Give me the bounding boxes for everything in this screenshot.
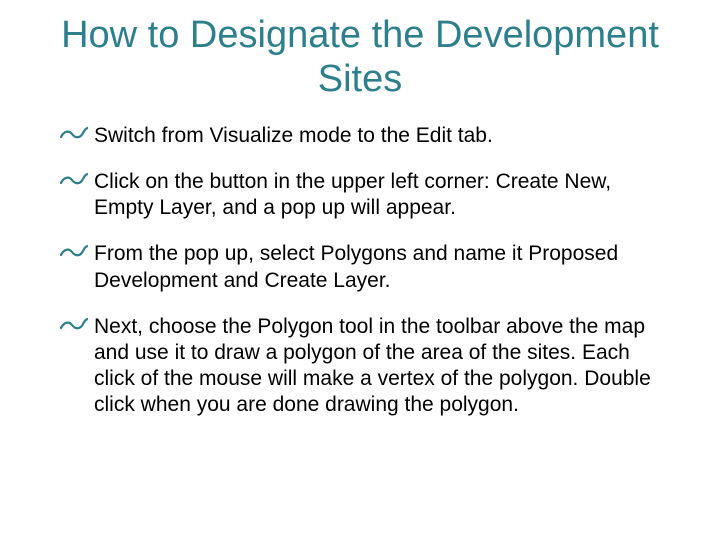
swirl-icon bbox=[60, 242, 88, 262]
swirl-icon bbox=[60, 315, 88, 335]
swirl-icon bbox=[60, 124, 88, 144]
bullet-text: From the pop up, select Polygons and nam… bbox=[94, 242, 618, 291]
list-item: From the pop up, select Polygons and nam… bbox=[60, 241, 660, 293]
list-item: Switch from Visualize mode to the Edit t… bbox=[60, 123, 660, 149]
bullet-list: Switch from Visualize mode to the Edit t… bbox=[60, 123, 660, 417]
bullet-text: Switch from Visualize mode to the Edit t… bbox=[94, 124, 493, 147]
bullet-text: Click on the button in the upper left co… bbox=[94, 170, 611, 219]
list-item: Next, choose the Polygon tool in the too… bbox=[60, 314, 660, 418]
swirl-icon bbox=[60, 170, 88, 190]
list-item: Click on the button in the upper left co… bbox=[60, 169, 660, 221]
bullet-text: Next, choose the Polygon tool in the too… bbox=[94, 315, 651, 416]
slide-title: How to Designate the Development Sites bbox=[60, 14, 660, 101]
slide: How to Designate the Development Sites S… bbox=[0, 0, 720, 540]
